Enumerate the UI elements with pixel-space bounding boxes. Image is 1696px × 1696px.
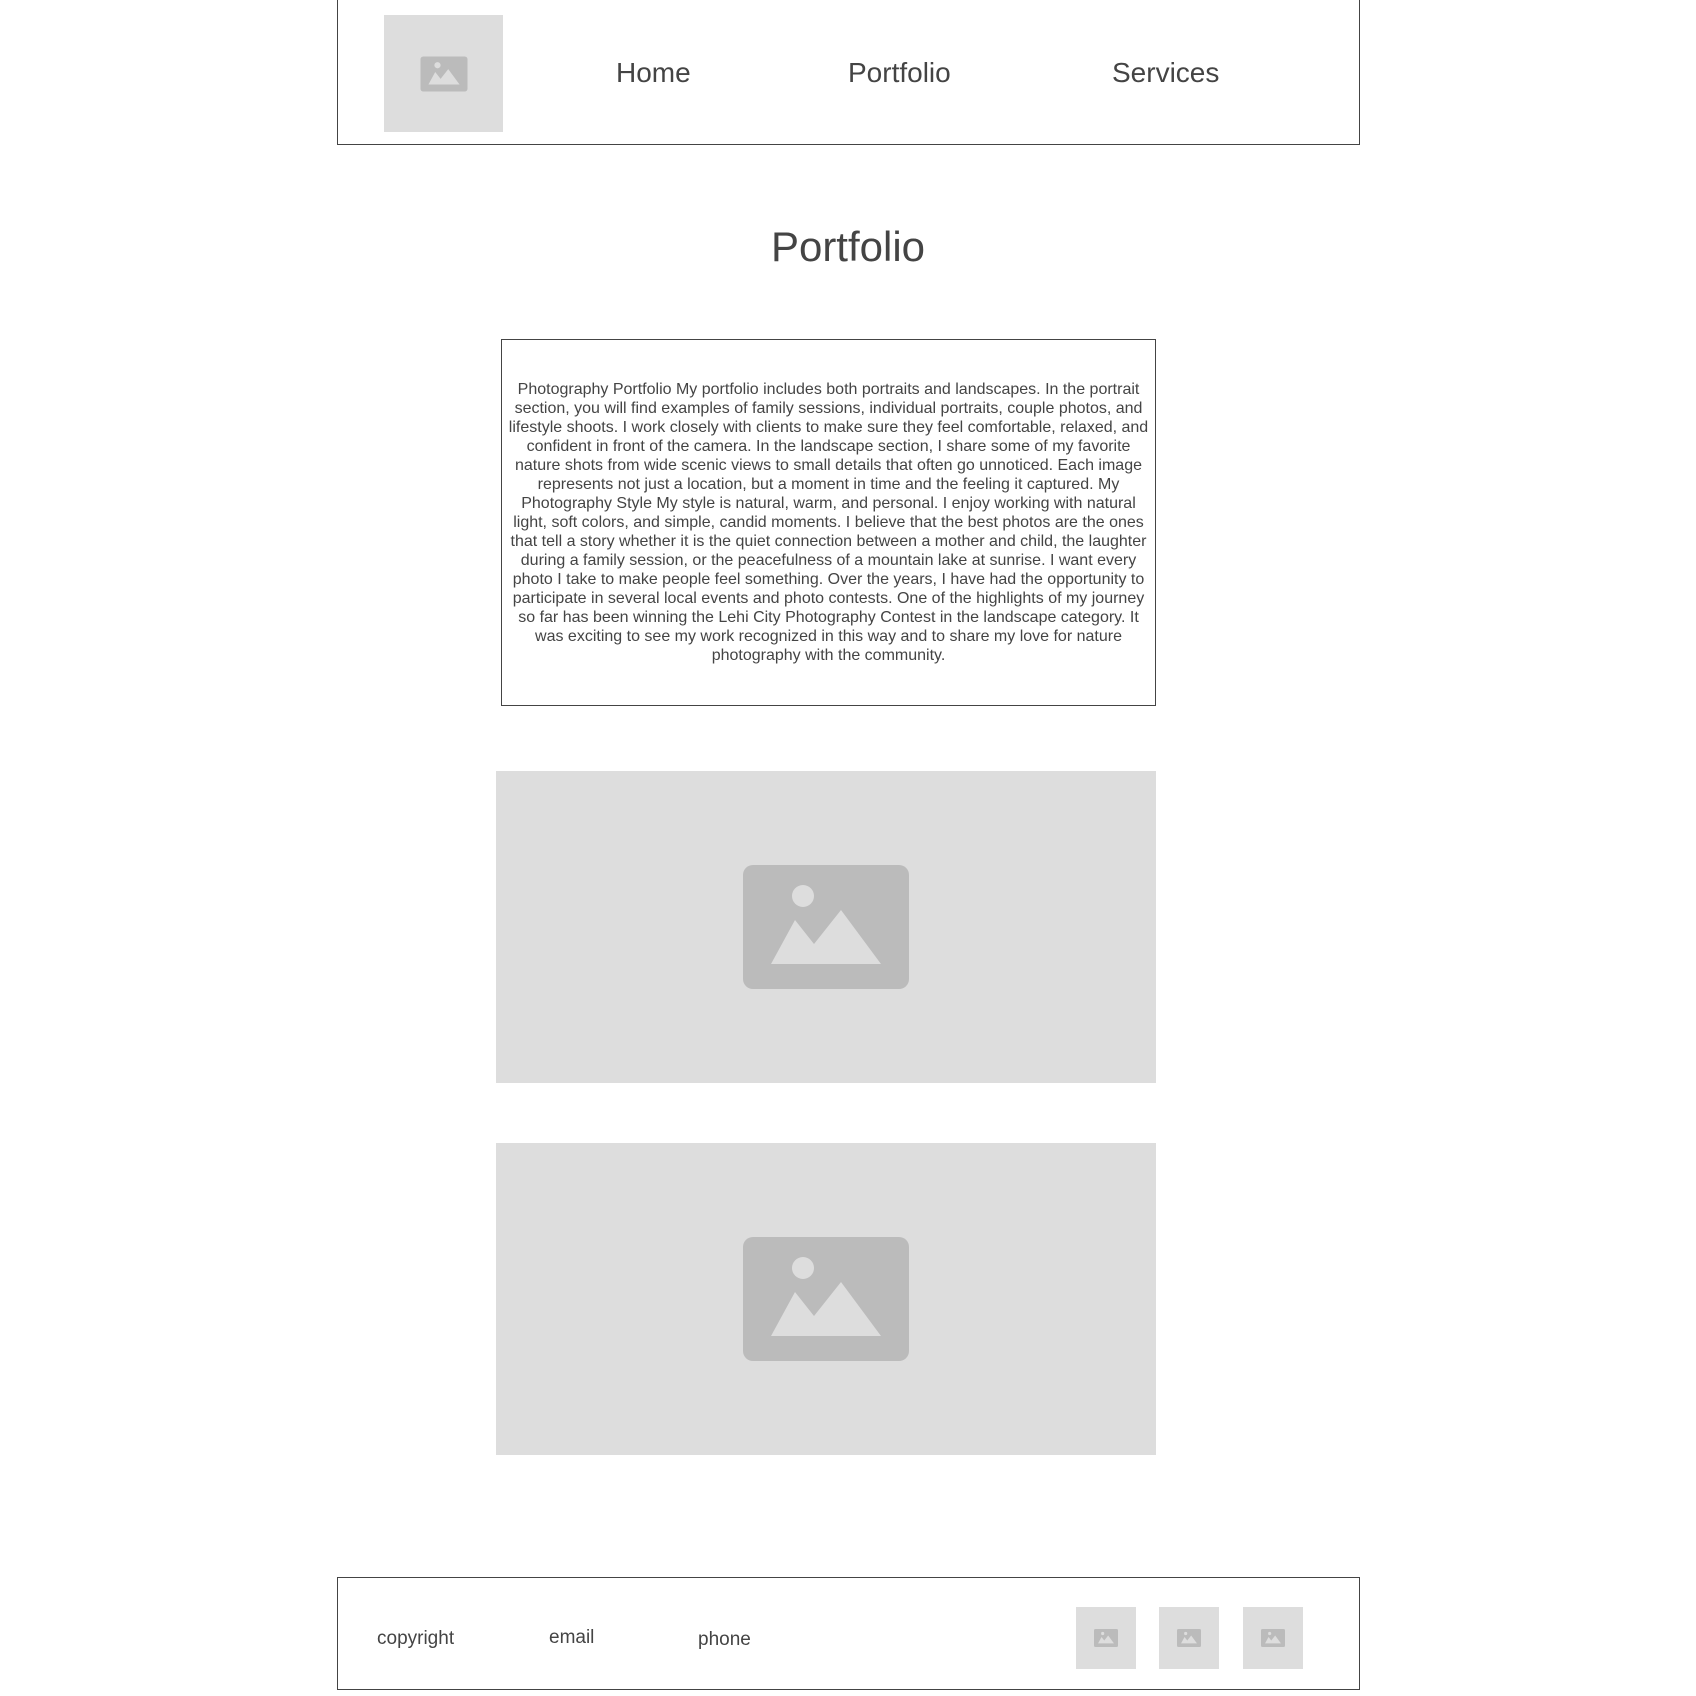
footer-phone[interactable]: phone	[698, 1629, 751, 1651]
portfolio-image-1	[496, 771, 1156, 1083]
portfolio-description-box: Photography Portfolio My portfolio inclu…	[501, 339, 1156, 706]
page-title-wrap: Portfolio	[0, 222, 1696, 272]
image-placeholder-icon	[743, 865, 909, 989]
footer-copyright: copyright	[377, 1628, 455, 1649]
footer-email[interactable]: email	[549, 1627, 594, 1649]
site-header: Home Portfolio Services	[337, 0, 1360, 145]
social-link-1[interactable]	[1076, 1607, 1136, 1669]
portfolio-description: Photography Portfolio My portfolio inclu…	[508, 381, 1149, 664]
image-placeholder-icon	[420, 55, 467, 92]
nav-portfolio[interactable]: Portfolio	[848, 56, 951, 90]
image-placeholder-icon	[1261, 1629, 1285, 1647]
image-placeholder-icon	[1177, 1629, 1201, 1647]
image-placeholder-icon	[1094, 1629, 1118, 1647]
logo[interactable]	[384, 15, 503, 132]
social-link-2[interactable]	[1159, 1607, 1219, 1669]
portfolio-image-2	[496, 1143, 1156, 1455]
site-footer: copyright email phone	[337, 1577, 1360, 1690]
image-placeholder-icon	[743, 1237, 909, 1361]
social-link-3[interactable]	[1243, 1607, 1303, 1669]
nav-services[interactable]: Services	[1112, 56, 1219, 90]
nav-home[interactable]: Home	[616, 56, 691, 90]
page-title: Portfolio	[770, 223, 926, 270]
